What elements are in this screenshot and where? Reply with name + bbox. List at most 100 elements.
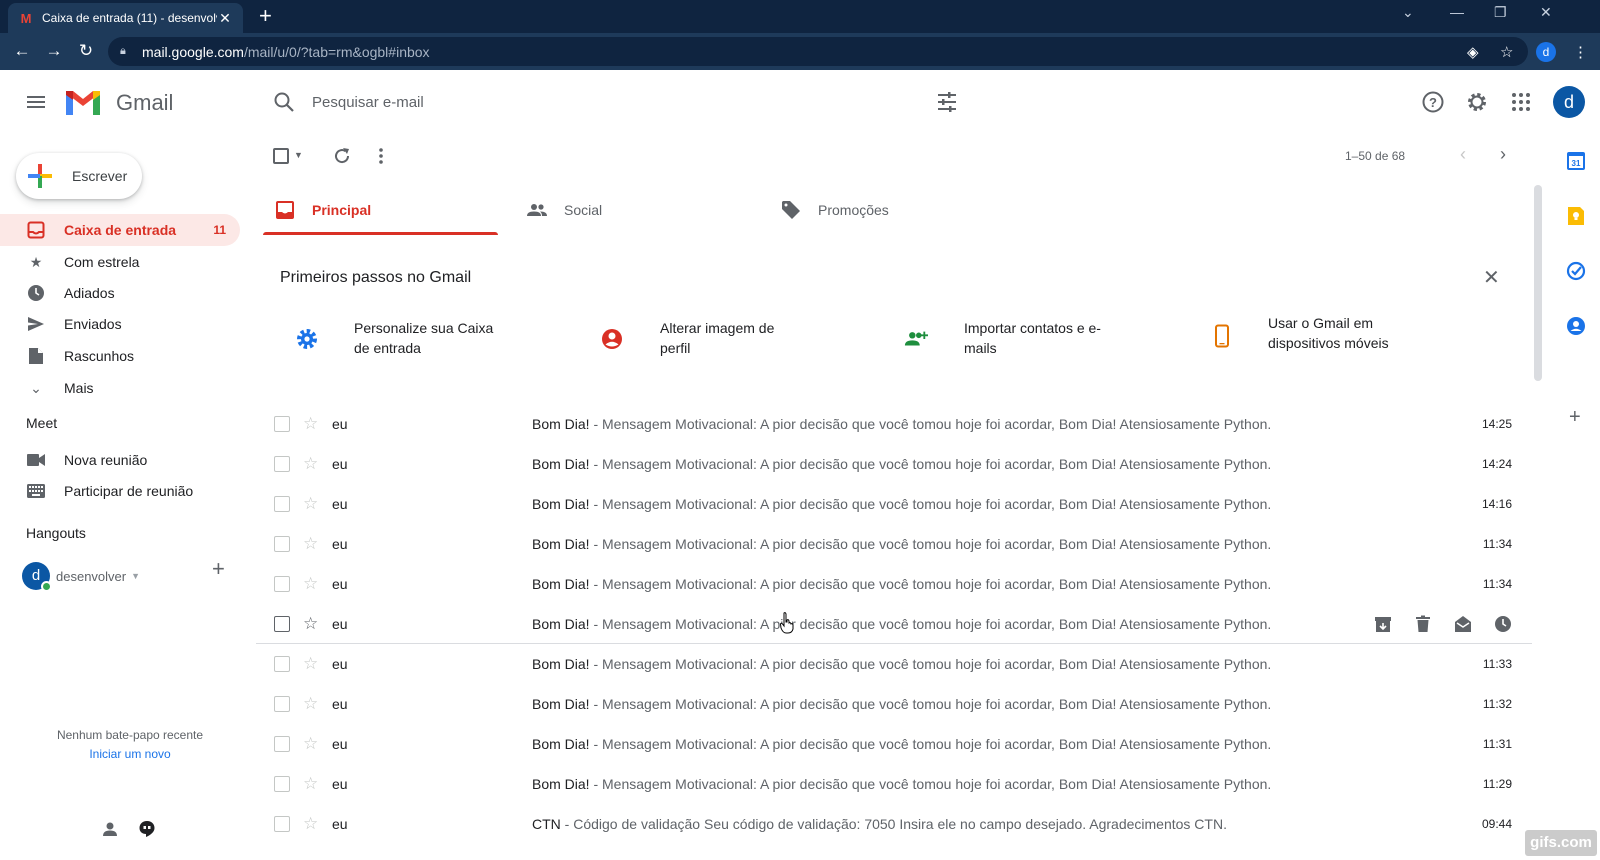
star-icon[interactable]: ☆ [303,454,318,474]
email-row[interactable]: ☆ eu CTN - Código de validação Seu código … [256,804,1532,844]
email-subject: Bom Dia! [532,576,590,592]
sidebar-item-more[interactable]: ⌄ Mais [0,372,240,404]
window-close-icon[interactable]: ✕ [1540,4,1552,21]
tab-promotions[interactable]: Promoções [780,186,889,234]
browser-tab[interactable]: M Caixa de entrada (11) - desenvolv ✕ [8,3,243,33]
email-checkbox[interactable] [274,456,290,472]
email-row[interactable]: ☆ eu Bom Dia! - Mensagem Motivacional: A p… [256,564,1532,604]
inbox-icon [276,201,294,219]
chat-bubble-icon[interactable] [138,820,156,838]
star-icon[interactable]: ☆ [303,534,318,554]
email-checkbox[interactable] [274,816,290,832]
email-checkbox[interactable] [274,696,290,712]
email-row[interactable]: ☆ eu Bom Dia! - Mensagem Motivacional: A p… [256,724,1532,764]
archive-icon[interactable] [1374,615,1392,633]
mark-read-icon[interactable] [1454,615,1472,633]
tab-social[interactable]: Social [526,186,602,234]
star-icon[interactable]: ☆ [303,814,318,834]
sidebar-item-inbox[interactable]: Caixa de entrada 11 [0,214,240,246]
star-icon[interactable]: ☆ [303,694,318,714]
calendar-icon[interactable]: 31 [1566,151,1586,171]
new-tab-button[interactable]: + [259,4,272,28]
email-snippet: - Mensagem Motivacional: A pior decisão … [589,496,1272,512]
shield-icon[interactable]: ◈ [1467,43,1479,61]
tab-label: Social [564,202,603,218]
apps-grid-icon[interactable] [1509,90,1533,114]
star-icon[interactable]: ☆ [303,414,318,434]
contacts-icon[interactable] [1566,316,1586,336]
email-checkbox[interactable] [274,416,290,432]
bookmark-star-icon[interactable]: ☆ [1500,43,1513,61]
select-all-checkbox[interactable] [273,148,289,164]
email-checkbox[interactable] [274,576,290,592]
email-checkbox[interactable] [274,736,290,752]
email-preview: Bom Dia! - Mensagem Motivacional: A pior… [532,616,1271,632]
minimize-icon[interactable]: — [1450,4,1464,20]
tab-primary[interactable]: Principal [274,186,371,234]
tab-label: Promoções [818,202,889,218]
email-checkbox[interactable] [274,656,290,672]
back-icon[interactable]: ← [12,42,32,60]
star-icon[interactable]: ☆ [303,774,318,794]
email-checkbox[interactable] [274,616,290,632]
settings-gear-icon[interactable] [1465,90,1489,114]
sidebar-item-starred[interactable]: ★ Com estrela [0,246,240,278]
select-dropdown-icon[interactable]: ▼ [294,150,303,160]
sidebar-item-drafts[interactable]: Rascunhos [0,340,240,372]
close-tab-icon[interactable]: ✕ [217,10,233,27]
star-icon[interactable]: ☆ [303,494,318,514]
search-icon[interactable] [272,90,296,114]
older-page-icon[interactable]: › [1500,144,1506,165]
account-avatar[interactable]: d [1553,86,1585,118]
email-row[interactable]: ☆ eu Bom Dia! - Mensagem Motivacional: A p… [256,684,1532,724]
email-row[interactable]: ☆ eu Bom Dia! - Mensagem Motivacional: A p… [256,524,1532,564]
getting-started-title: Primeiros passos no Gmail [280,269,472,286]
person-icon[interactable] [101,820,119,838]
sidebar-item-sent[interactable]: Enviados [0,308,240,340]
email-row[interactable]: ☆ eu Bom Dia! - Mensagem Motivacional: A p… [256,604,1532,644]
start-new-chat-link[interactable]: Iniciar um novo [0,747,260,761]
sidebar-item-snoozed[interactable]: Adiados [0,277,240,309]
tab-search-icon[interactable]: ⌄ [1402,4,1414,21]
maximize-icon[interactable]: ❐ [1494,4,1507,21]
main-menu-icon[interactable] [24,90,48,114]
email-time: 11:31 [1482,737,1512,751]
email-row[interactable]: ☆ eu Bom Dia! - Mensagem Motivacional: A p… [256,644,1532,684]
more-options-icon[interactable] [378,146,384,166]
email-row[interactable]: ☆ eu Bom Dia! - Mensagem Motivacional: A p… [256,484,1532,524]
url-field[interactable]: 🔒︎ mail.google.com/mail/u/0/?tab=rm&ogbl… [108,37,1528,66]
sidebar-item-new-meeting[interactable]: Nova reunião [0,444,240,476]
email-row[interactable]: ☆ eu Bom Dia! - Mensagem Motivacional: A p… [256,764,1532,804]
email-preview: Bom Dia! - Mensagem Motivacional: A pior… [532,776,1271,792]
reload-icon[interactable]: ↻ [76,42,96,60]
email-checkbox[interactable] [274,536,290,552]
refresh-icon[interactable] [332,146,352,166]
help-icon[interactable]: ? [1421,90,1445,114]
star-icon[interactable]: ☆ [303,654,318,674]
sidebar-item-join-meeting[interactable]: Participar de reunião [0,475,240,507]
hangouts-user[interactable]: d desenvolver ▼ [22,562,140,592]
email-checkbox[interactable] [274,776,290,792]
email-row[interactable]: ☆ eu Bom Dia! - Mensagem Motivacional: A p… [256,404,1532,444]
email-checkbox[interactable] [274,496,290,512]
search-options-icon[interactable] [936,91,958,113]
compose-button[interactable]: Escrever [16,153,142,199]
list-scrollbar[interactable] [1534,185,1542,381]
keep-notes-icon[interactable] [1566,206,1586,226]
snooze-clock-icon[interactable] [1494,615,1512,633]
browser-profile-avatar[interactable]: d [1536,42,1556,62]
get-addons-button[interactable]: + [1569,406,1581,429]
trash-icon[interactable] [1414,615,1432,633]
email-row[interactable]: ☆ eu Bom Dia! - Mensagem Motivacional: A p… [256,444,1532,484]
close-icon[interactable]: ✕ [1483,268,1500,288]
search-input[interactable] [312,90,892,114]
newer-page-icon[interactable]: ‹ [1460,144,1466,165]
star-icon[interactable]: ☆ [303,734,318,754]
browser-menu-icon[interactable]: ⋮ [1573,43,1588,61]
forward-icon[interactable]: → [44,42,64,60]
tasks-icon[interactable] [1566,261,1586,281]
email-subject: Bom Dia! [532,656,590,672]
star-icon[interactable]: ☆ [303,614,318,634]
add-chat-button[interactable]: + [212,556,225,582]
star-icon[interactable]: ☆ [303,574,318,594]
